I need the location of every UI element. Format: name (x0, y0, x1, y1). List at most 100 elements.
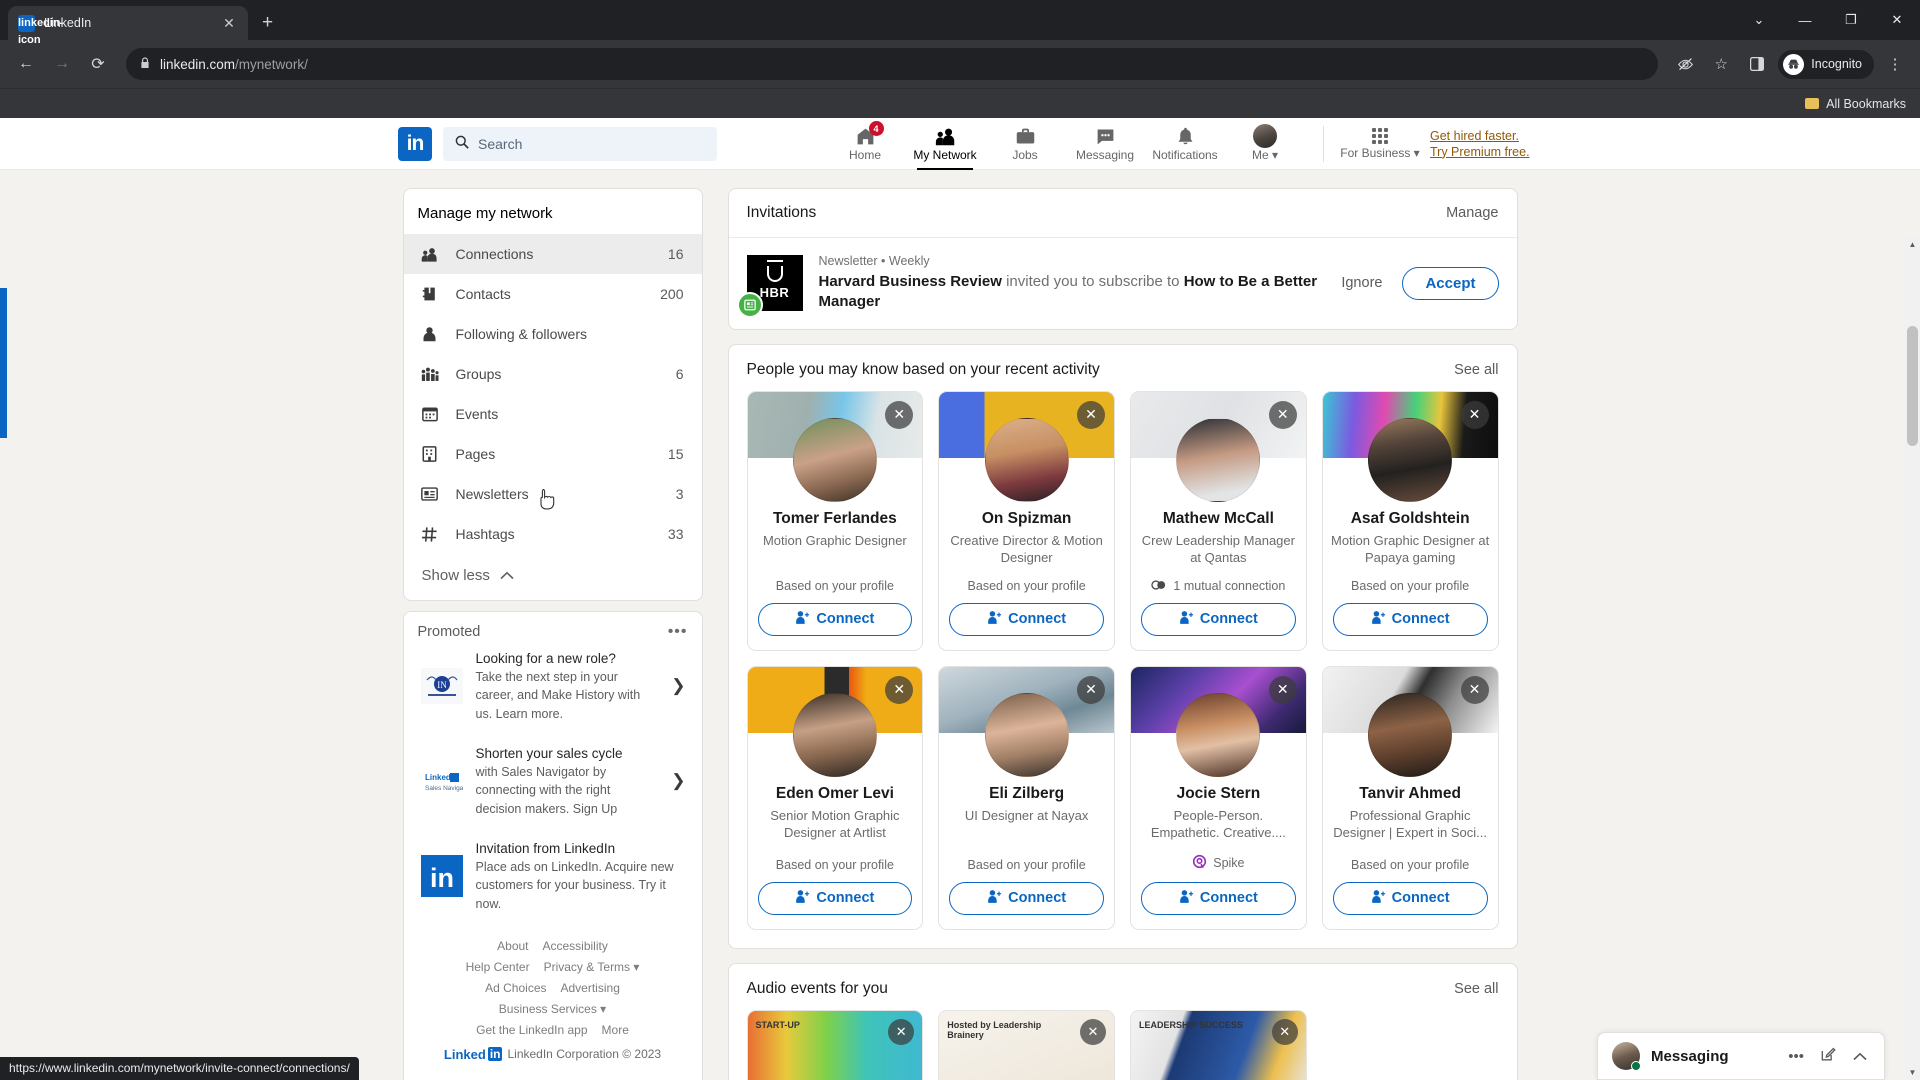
sidebar-item-following-followers[interactable]: Following & followers (404, 314, 702, 354)
footer-link-business-services[interactable]: Business Services ▾ (499, 1002, 606, 1016)
avatar[interactable] (1176, 417, 1261, 502)
footer-link-help-center[interactable]: Help Center (466, 960, 530, 974)
scroll-up-icon[interactable]: ▲ (1905, 236, 1920, 252)
promoted-menu-icon[interactable]: ••• (668, 624, 688, 640)
back-icon[interactable]: ← (10, 48, 42, 80)
pymk-card[interactable]: ✕ Mathew McCall Crew Leadership Manager at… (1130, 390, 1307, 651)
incognito-profile-button[interactable]: Incognito (1778, 49, 1874, 79)
all-bookmarks-label[interactable]: All Bookmarks (1826, 97, 1906, 111)
dismiss-icon[interactable]: ✕ (1271, 1018, 1298, 1045)
dismiss-icon[interactable]: ✕ (1077, 675, 1105, 704)
nav-me[interactable]: Me ▾ (1225, 118, 1305, 170)
ignore-button[interactable]: Ignore (1337, 269, 1386, 297)
promoted-ad-2[interactable]: Linked Sales Navigator Shorten your sales… (418, 735, 688, 830)
browser-menu-icon[interactable]: ⋮ (1880, 49, 1910, 79)
audio-see-all-link[interactable]: See all (1454, 981, 1498, 997)
pymk-card[interactable]: ✕ Tanvir Ahmed Professional Graphic Design… (1321, 665, 1499, 930)
pymk-person-name[interactable]: Eli Zilberg (947, 785, 1106, 803)
pymk-card[interactable]: ✕ Asaf Goldshtein Motion Graphic Designer … (1321, 390, 1499, 651)
chevron-down-icon[interactable]: ⌄ (1736, 0, 1782, 40)
pymk-card[interactable]: ✕ Tomer Ferlandes Motion Graphic Designer B… (746, 390, 924, 651)
nav-notifications[interactable]: Notifications (1145, 118, 1225, 170)
compose-message-icon[interactable] (1818, 1047, 1839, 1066)
browser-tab[interactable]: linkedin-icon LinkedIn ✕ (8, 6, 248, 46)
messaging-more-icon[interactable]: ••• (1785, 1048, 1807, 1065)
dismiss-icon[interactable]: ✕ (1077, 400, 1105, 429)
dismiss-icon[interactable]: ✕ (888, 1018, 915, 1045)
close-icon[interactable]: ✕ (220, 15, 238, 32)
connect-button[interactable]: Connect (1141, 881, 1296, 915)
pymk-see-all-link[interactable]: See all (1454, 362, 1498, 378)
avatar[interactable] (1368, 692, 1453, 777)
search-input[interactable]: Search (443, 126, 717, 161)
footer-link-more[interactable]: More (602, 1023, 629, 1037)
messaging-dock[interactable]: Messaging ••• (1597, 1032, 1885, 1080)
try-premium-free-link[interactable]: Try Premium free. (1430, 145, 1530, 159)
pymk-person-name[interactable]: Tomer Ferlandes (756, 510, 915, 528)
side-panel-icon[interactable] (1742, 49, 1772, 79)
footer-link-get-app[interactable]: Get the LinkedIn app (476, 1023, 587, 1037)
tracking-protection-icon[interactable] (1670, 49, 1700, 79)
promoted-ad-1[interactable]: IN Looking for a new role? Take the next… (418, 640, 688, 735)
pymk-card[interactable]: ✕ Jocie Stern People-Person. Empathetic. C… (1130, 665, 1307, 930)
avatar[interactable] (1176, 692, 1261, 777)
nav-home[interactable]: 4 Home (825, 118, 905, 170)
dismiss-icon[interactable]: ✕ (885, 675, 914, 704)
sidebar-item-events[interactable]: Events (404, 394, 702, 434)
new-tab-button[interactable]: + (262, 12, 273, 34)
connect-button[interactable]: Connect (757, 881, 913, 915)
chevron-up-icon[interactable] (1850, 1048, 1870, 1065)
pymk-person-name[interactable]: Jocie Stern (1139, 785, 1298, 803)
pymk-card[interactable]: ✕ On Spizman Creative Director & Motion De… (938, 390, 1115, 651)
dismiss-icon[interactable]: ✕ (1080, 1018, 1106, 1045)
dismiss-icon[interactable]: ✕ (885, 400, 914, 429)
connect-button[interactable]: Connect (1332, 881, 1488, 915)
connect-button[interactable]: Connect (949, 602, 1104, 636)
sidebar-item-contacts[interactable]: Contacts 200 (404, 274, 702, 314)
avatar[interactable] (792, 692, 877, 777)
connect-button[interactable]: Connect (1141, 602, 1296, 636)
footer-link-privacy-terms[interactable]: Privacy & Terms ▾ (544, 960, 640, 974)
avatar[interactable] (1368, 417, 1453, 502)
sidebar-item-pages[interactable]: Pages 15 (404, 434, 702, 474)
sidebar-item-newsletters[interactable]: Newsletters 3 (404, 474, 702, 514)
page-scrollbar[interactable]: ▲ ▼ (1905, 236, 1920, 1080)
chevron-right-icon[interactable]: ❯ (671, 771, 687, 791)
forward-icon[interactable]: → (46, 48, 78, 80)
maximize-icon[interactable]: ❐ (1828, 0, 1874, 40)
sidebar-item-connections[interactable]: Connections 16 (403, 234, 702, 274)
bookmark-star-icon[interactable]: ☆ (1706, 49, 1736, 79)
promoted-ad-3[interactable]: in Invitation from LinkedIn Place ads on… (418, 830, 688, 925)
pymk-person-name[interactable]: Asaf Goldshtein (1331, 510, 1490, 528)
linkedin-logo-icon[interactable]: in (398, 126, 432, 161)
connect-button[interactable]: Connect (757, 602, 913, 636)
avatar[interactable] (792, 417, 877, 502)
get-hired-faster-link[interactable]: Get hired faster. (1430, 129, 1530, 143)
dismiss-icon[interactable]: ✕ (1460, 400, 1489, 429)
address-bar[interactable]: linkedin.com/mynetwork/ (126, 48, 1659, 80)
avatar[interactable] (984, 417, 1069, 502)
avatar[interactable] (984, 692, 1069, 777)
footer-link-accessibility[interactable]: Accessibility (543, 939, 608, 953)
nav-jobs[interactable]: Jobs (985, 118, 1065, 170)
pymk-card[interactable]: ✕ Eli Zilberg UI Designer at Nayax Based on… (938, 665, 1115, 930)
pymk-person-name[interactable]: Mathew McCall (1139, 510, 1298, 528)
minimize-icon[interactable]: — (1782, 0, 1828, 40)
audio-event-card[interactable]: ✕ START-UP (746, 1009, 924, 1080)
sidebar-item-hashtags[interactable]: Hashtags 33 (404, 514, 702, 554)
dismiss-icon[interactable]: ✕ (1460, 675, 1489, 704)
scrollbar-thumb[interactable] (1907, 326, 1918, 446)
pymk-person-name[interactable]: Eden Omer Levi (756, 785, 915, 803)
nav-messaging[interactable]: Messaging (1065, 118, 1145, 170)
footer-link-about[interactable]: About (497, 939, 528, 953)
close-window-icon[interactable]: ✕ (1874, 0, 1920, 40)
connect-button[interactable]: Connect (1332, 602, 1488, 636)
manage-invitations-link[interactable]: Manage (1446, 205, 1498, 221)
dismiss-icon[interactable]: ✕ (1268, 400, 1297, 429)
for-business-button[interactable]: For Business ▾ (1334, 118, 1426, 170)
scroll-down-icon[interactable]: ▼ (1905, 1064, 1920, 1080)
pymk-person-name[interactable]: On Spizman (947, 510, 1106, 528)
footer-link-advertising[interactable]: Advertising (561, 981, 620, 995)
accept-button[interactable]: Accept (1402, 266, 1499, 300)
connect-button[interactable]: Connect (949, 881, 1104, 915)
